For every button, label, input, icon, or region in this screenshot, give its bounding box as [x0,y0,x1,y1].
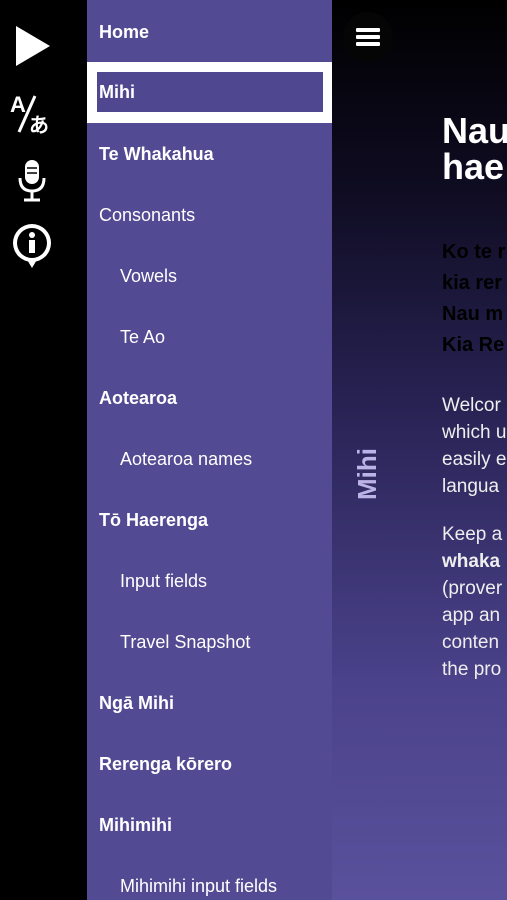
bold-line: Nau m [442,303,504,325]
menu-item-te-ao[interactable]: Te Ao [87,317,332,357]
navigation-menu: Home Te Whakahua Consonants Vowels Te Ao Aote… [87,0,332,900]
para2-line: (prover [442,578,503,599]
para1-line: which u [442,422,507,443]
para1-line: Welcor [442,395,501,416]
menu-item-aotearoa-names[interactable]: Aotearoa names [87,439,332,479]
menu-item-t-haerenga[interactable]: Tō Haerenga [87,500,332,540]
icon-rail: A あ [0,0,87,900]
menu-item-travel-snapshot[interactable]: Travel Snapshot [87,622,332,662]
menu-item-vowels[interactable]: Vowels [87,256,332,296]
translate-icon[interactable]: A あ [8,90,56,138]
bold-line: kia rer [442,272,503,294]
play-icon[interactable] [8,22,56,70]
svg-text:あ: あ [29,113,49,136]
microphone-icon[interactable] [8,157,56,205]
menu-item-te-whakahua[interactable]: Te Whakahua [87,134,332,174]
hamburger-menu-button[interactable] [343,12,393,62]
hamburger-icon [356,28,380,46]
para2-line: conten [442,632,500,653]
intro-bold-text: Ko te r kia rer Nau m Kia Re [442,237,505,361]
bold-line: Kia Re [442,334,505,356]
info-paragraph: Keep a whaka (prover app an conten the pro [442,521,502,683]
menu-item-rerenga-k-rero[interactable]: Rerenga kōrero [87,744,332,784]
menu-item-mihimihi-input-fields[interactable]: Mihimihi input fields [87,866,332,900]
para2-line: the pro [442,659,502,680]
svg-text:A: A [10,92,26,117]
menu-item-aotearoa[interactable]: Aotearoa [87,378,332,418]
menu-item-home[interactable]: Home [87,12,332,52]
menu-item-ng-mihi[interactable]: Ngā Mihi [87,683,332,723]
bold-line: Ko te r [442,241,506,263]
para1-line: langua [442,476,500,497]
welcome-paragraph: Welcor which u easily e langua [442,392,506,500]
menu-item-input-fields[interactable]: Input fields [87,561,332,601]
menu-item-mihimihi[interactable]: Mihimihi [87,805,332,845]
page-title: Nau hae [442,113,507,185]
para1-line: easily e [442,449,507,470]
heading-line: Nau [442,110,507,151]
para2-line: app an [442,605,501,626]
menu-item-consonants[interactable]: Consonants [87,195,332,235]
menu-item-label: Mihi [99,82,135,102]
para2-line: Keep a [442,524,503,545]
para2-line: whaka [442,551,501,572]
heading-line: hae [442,146,505,187]
info-icon[interactable] [8,222,56,270]
section-vertical-label: Mihi [352,448,382,500]
